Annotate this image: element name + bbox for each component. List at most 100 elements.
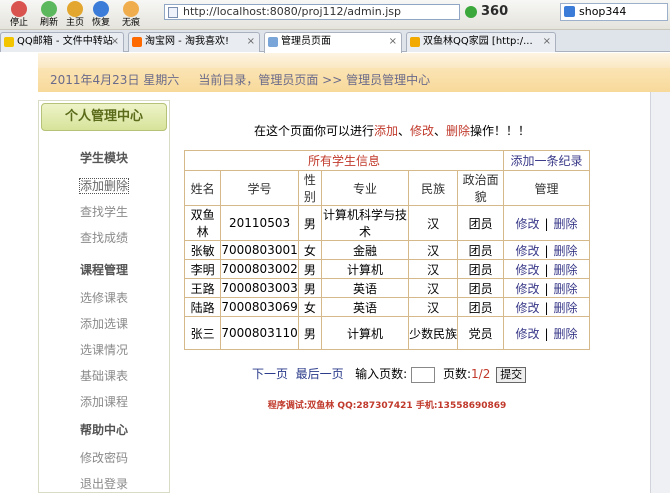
cell-major: 金融 [321, 240, 409, 260]
sidebar-item[interactable]: 退出登录 [39, 475, 169, 492]
sidebar-item-label: 添加删除 [78, 178, 129, 194]
sidebar-item[interactable]: 添加删除 [39, 177, 169, 194]
delete-link[interactable]: 删除 [554, 327, 578, 341]
toolbar-label: 无痕 [121, 18, 140, 28]
intro-suffix: 操作！！！ [470, 124, 531, 138]
delete-link[interactable]: 删除 [554, 217, 578, 231]
address-bar[interactable]: http://localhost:8080/proj112/admin.jsp [164, 4, 460, 20]
sidebar-item-label: 选课情况 [79, 343, 128, 357]
date-bar: 2011年4月23日 星期六 当前目录，管理员页面 >> 管理员管理中心 [38, 68, 670, 92]
intro-prefix: 在这个页面你可以进行 [253, 124, 374, 138]
cell-major: 计算机科学与技术 [321, 205, 409, 241]
intro-edit: 修改 [409, 124, 434, 138]
link-separator: | [544, 300, 549, 315]
pager: 下一页 最后一页 输入页数: 页数:1/2 提交 [252, 365, 527, 383]
add-record-link[interactable]: 添加一条纪录 [511, 154, 583, 168]
toolbar-label: 主页 [65, 18, 84, 28]
delete-link[interactable]: 删除 [554, 301, 578, 315]
cell-party: 团员 [457, 297, 505, 317]
add-record-cell: 添加一条纪录 [503, 150, 590, 171]
search-box[interactable]: shop344 [560, 3, 668, 21]
page-input-label: 输入页数: [355, 367, 408, 381]
sidebar-item[interactable]: 选修课表 [39, 289, 169, 306]
sidebar-item[interactable]: 查找学生 [39, 203, 169, 220]
cell-id: 7000803069 [220, 297, 299, 317]
cell-party: 团员 [457, 240, 505, 260]
stop-button[interactable]: 停止 [6, 1, 32, 29]
footer-credit: 程序调试:双鱼林 QQ:287307421 手机:13558690869 [267, 401, 507, 411]
edit-link[interactable]: 修改 [515, 301, 539, 315]
sidebar-item[interactable]: 选课情况 [39, 341, 169, 358]
link-separator: | [544, 262, 549, 277]
toolbar-label: 停止 [9, 18, 28, 28]
sidebar-group-title: 课程管理 [79, 263, 128, 277]
cell-party: 党员 [457, 316, 505, 350]
cell-sex: 女 [297, 240, 323, 260]
browser-tab[interactable]: 淘宝网 - 淘我喜欢! × [128, 32, 260, 52]
delete-link[interactable]: 删除 [554, 282, 578, 296]
sidebar-item[interactable]: 添加课程 [39, 393, 169, 410]
cell-nation: 汉 [407, 240, 459, 260]
cell-name: 王路 [183, 278, 222, 298]
refresh-icon [41, 1, 57, 17]
scrollbar[interactable] [650, 92, 670, 493]
close-icon[interactable]: × [543, 33, 551, 51]
column-header: 姓名 [183, 170, 222, 206]
cell-sex: 男 [297, 205, 323, 241]
table-row: 张敏 7000803001 女金融汉团员 修改 | 删除 [183, 240, 590, 260]
restore-button[interactable]: 恢复 [88, 1, 114, 29]
edit-link[interactable]: 修改 [515, 263, 539, 277]
sidebar-item[interactable]: 基础课表 [39, 367, 169, 384]
submit-button[interactable]: 提交 [496, 366, 527, 383]
incognito-button[interactable]: 无痕 [118, 1, 144, 29]
cell-sex: 男 [297, 259, 323, 279]
sidebar: 个人管理中心 学生模块 添加删除 查找学生 查找成绩 课程管理 选修课表 添加选课 选课情况基… [38, 100, 170, 493]
link-separator: | [544, 216, 549, 231]
sidebar-item[interactable]: 添加选课 [39, 315, 169, 332]
browser-tab[interactable]: 双鱼林QQ家园 [http:/... × [406, 32, 556, 52]
home-icon [67, 1, 83, 17]
cell-major: 英语 [321, 297, 409, 317]
close-icon[interactable]: × [247, 33, 255, 51]
cell-major: 计算机 [321, 259, 409, 279]
browser-tab[interactable]: QQ邮箱 - 文件中转站 × [0, 32, 124, 52]
link-separator: | [544, 243, 549, 258]
sidebar-item[interactable]: 修改密码 [39, 449, 169, 466]
edit-link[interactable]: 修改 [515, 327, 539, 341]
edit-link[interactable]: 修改 [515, 217, 539, 231]
home-button[interactable]: 主页 [62, 1, 88, 29]
tab-favicon-icon [268, 37, 278, 47]
page-number-input[interactable] [411, 366, 436, 383]
incognito-icon [123, 1, 139, 17]
cell-id: 7000803002 [220, 259, 299, 279]
sidebar-item-label: 修改密码 [79, 451, 128, 465]
close-icon[interactable]: × [389, 33, 397, 51]
cell-sex: 女 [297, 297, 323, 317]
next-page-link[interactable]: 下一页 [252, 367, 288, 381]
delete-link[interactable]: 删除 [554, 263, 578, 277]
edit-link[interactable]: 修改 [515, 282, 539, 296]
edit-link[interactable]: 修改 [515, 244, 539, 258]
table-row: 李明 7000803002 男计算机汉团员 修改 | 删除 [183, 259, 590, 279]
tab-favicon-icon [132, 37, 142, 47]
cell-id: 20110503 [220, 205, 299, 241]
brand-360[interactable]: 360 [465, 3, 547, 21]
close-icon[interactable]: × [111, 33, 119, 51]
delete-link[interactable]: 删除 [554, 244, 578, 258]
column-header: 专业 [321, 170, 409, 206]
sidebar-item[interactable]: 查找成绩 [39, 229, 169, 246]
cell-name: 张敏 [183, 240, 222, 260]
cell-party: 团员 [457, 205, 505, 241]
sidebar-item-label: 添加课程 [79, 395, 128, 409]
operation-intro: 在这个页面你可以进行添加、修改、删除操作！！！ [172, 122, 612, 139]
last-page-link[interactable]: 最后一页 [296, 367, 344, 381]
sidebar-item-label: 查找学生 [79, 205, 128, 219]
cell-major: 英语 [321, 278, 409, 298]
cell-nation: 汉 [407, 297, 459, 317]
breadcrumb: 当前目录，管理员页面 >> 管理员管理中心 [198, 73, 431, 87]
restore-icon [93, 1, 109, 17]
cell-id: 7000803110 [220, 316, 299, 350]
browser-tab[interactable]: 管理员页面 × [264, 32, 402, 53]
page-icon [168, 7, 178, 18]
refresh-button[interactable]: 刷新 [36, 1, 62, 29]
